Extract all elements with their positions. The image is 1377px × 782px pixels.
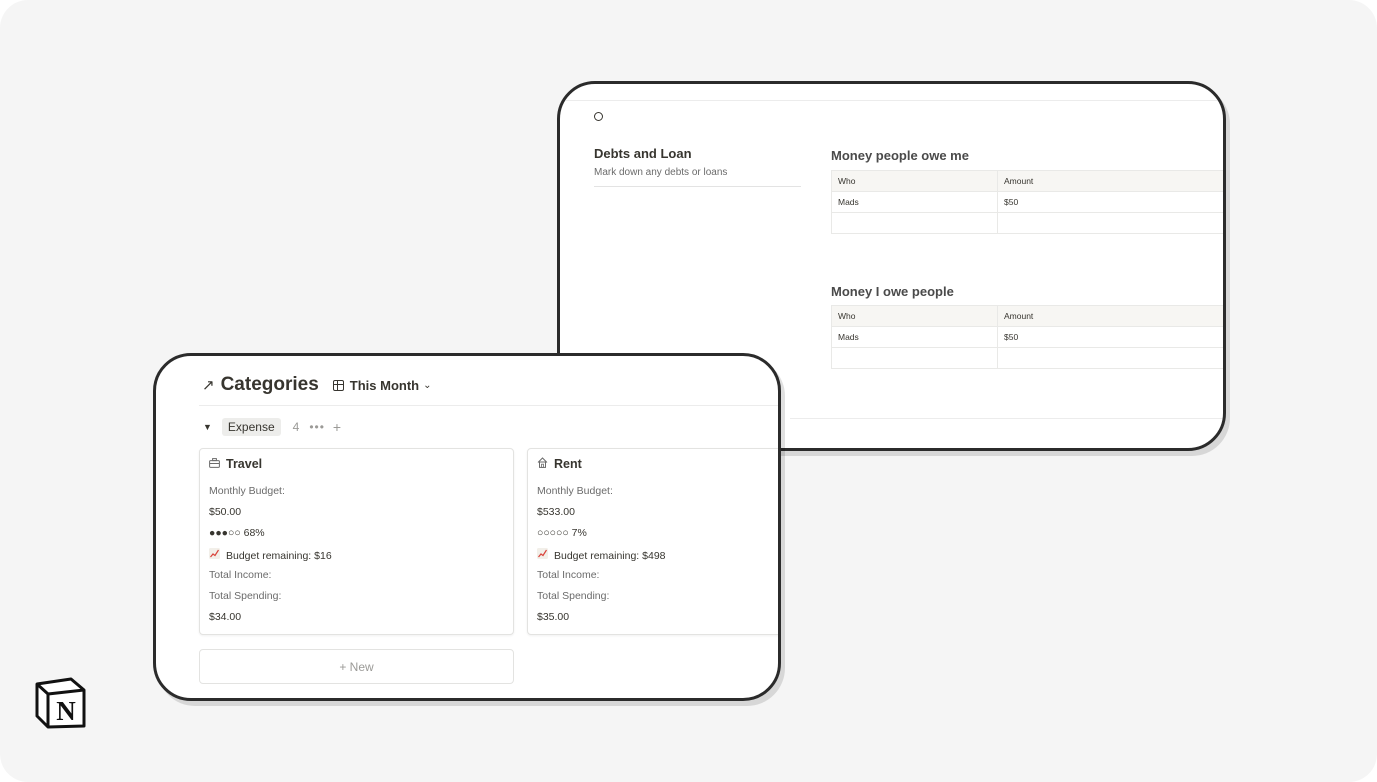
cell-amount[interactable]: $50 bbox=[997, 326, 1223, 348]
i-owe-title: Money I owe people bbox=[831, 284, 954, 299]
cell-empty[interactable] bbox=[997, 212, 1223, 234]
suitcase-icon bbox=[209, 457, 220, 471]
header-divider bbox=[199, 405, 778, 406]
table-row[interactable]: Mads $50 bbox=[831, 326, 1223, 348]
budget-value: $50.00 bbox=[209, 506, 242, 518]
column-header-who[interactable]: Who bbox=[831, 170, 998, 192]
top-divider bbox=[560, 100, 1223, 101]
spending-label: Total Spending: bbox=[537, 590, 610, 602]
column-header-amount[interactable]: Amount bbox=[997, 170, 1223, 192]
view-selector[interactable]: This Month bbox=[350, 378, 419, 393]
chart-increasing-icon bbox=[537, 548, 548, 562]
categories-window: ↗ Categories This Month ⌄ ▼ Expense 4 ••… bbox=[153, 353, 781, 701]
divider bbox=[594, 186, 801, 187]
progress-dots: ○○○○○ 7% bbox=[537, 527, 587, 539]
budget-value: $533.00 bbox=[537, 506, 575, 518]
cell-who[interactable]: Mads bbox=[831, 326, 998, 348]
debts-title: Debts and Loan bbox=[594, 146, 692, 161]
table-header-row: Who Amount bbox=[831, 170, 1223, 192]
cell-empty[interactable] bbox=[997, 347, 1223, 369]
house-icon bbox=[537, 457, 548, 471]
new-card-button[interactable]: + New bbox=[199, 649, 514, 684]
group-tag-expense[interactable]: Expense bbox=[221, 418, 281, 436]
spending-value: $34.00 bbox=[209, 611, 242, 623]
cell-empty[interactable] bbox=[831, 347, 998, 369]
card-title-text: Travel bbox=[226, 457, 263, 471]
table-header-row: Who Amount bbox=[831, 305, 1223, 327]
income-label: Total Income: bbox=[537, 569, 600, 581]
screenshot-stage: Debts and Loan Mark down any debts or lo… bbox=[0, 0, 1377, 782]
budget-remaining-text: Budget remaining: $498 bbox=[554, 550, 666, 562]
triangle-down-icon[interactable]: ▼ bbox=[203, 422, 212, 432]
group-header: ▼ Expense 4 ••• + bbox=[203, 418, 341, 436]
circle-icon[interactable] bbox=[594, 112, 603, 121]
add-icon[interactable]: + bbox=[333, 419, 341, 435]
budget-remaining: Budget remaining: $16 bbox=[209, 548, 332, 562]
owed-to-me-table: Who Amount Mads $50 bbox=[831, 170, 1223, 234]
arrow-up-right-icon[interactable]: ↗ bbox=[202, 376, 215, 394]
i-owe-table: Who Amount Mads $50 bbox=[831, 305, 1223, 369]
bottom-divider bbox=[790, 418, 1223, 419]
notion-logo: N bbox=[34, 676, 87, 729]
category-card-rent[interactable]: Rent Monthly Budget: $533.00 ○○○○○ 7% Bu… bbox=[527, 448, 778, 635]
progress-dots: ●●●○○ 68% bbox=[209, 527, 265, 539]
spending-value: $35.00 bbox=[537, 611, 570, 623]
chevron-down-icon[interactable]: ⌄ bbox=[423, 380, 431, 391]
budget-label: Monthly Budget: bbox=[209, 485, 285, 497]
debts-description: Mark down any debts or loans bbox=[594, 167, 728, 178]
owed-to-me-title: Money people owe me bbox=[831, 148, 969, 163]
categories-header: ↗ Categories This Month ⌄ bbox=[202, 374, 432, 396]
card-title: Rent bbox=[537, 457, 582, 471]
table-row[interactable]: Mads $50 bbox=[831, 191, 1223, 213]
budget-remaining: Budget remaining: $498 bbox=[537, 548, 666, 562]
table-row-empty[interactable] bbox=[831, 212, 1223, 234]
chart-increasing-icon bbox=[209, 548, 220, 562]
column-header-who[interactable]: Who bbox=[831, 305, 998, 327]
cell-empty[interactable] bbox=[831, 212, 998, 234]
cell-who[interactable]: Mads bbox=[831, 191, 998, 213]
table-row-empty[interactable] bbox=[831, 347, 1223, 369]
card-title-text: Rent bbox=[554, 457, 582, 471]
budget-remaining-text: Budget remaining: $16 bbox=[226, 550, 332, 562]
spending-label: Total Spending: bbox=[209, 590, 282, 602]
income-label: Total Income: bbox=[209, 569, 272, 581]
budget-label: Monthly Budget: bbox=[537, 485, 613, 497]
table-view-icon bbox=[332, 379, 344, 391]
group-count: 4 bbox=[292, 420, 300, 434]
cell-amount[interactable]: $50 bbox=[997, 191, 1223, 213]
more-options-icon[interactable]: ••• bbox=[309, 420, 325, 434]
column-header-amount[interactable]: Amount bbox=[997, 305, 1223, 327]
categories-title[interactable]: Categories bbox=[221, 374, 319, 396]
logo-letter: N bbox=[56, 696, 76, 726]
category-card-travel[interactable]: Travel Monthly Budget: $50.00 ●●●○○ 68% … bbox=[199, 448, 514, 635]
card-title: Travel bbox=[209, 457, 262, 471]
